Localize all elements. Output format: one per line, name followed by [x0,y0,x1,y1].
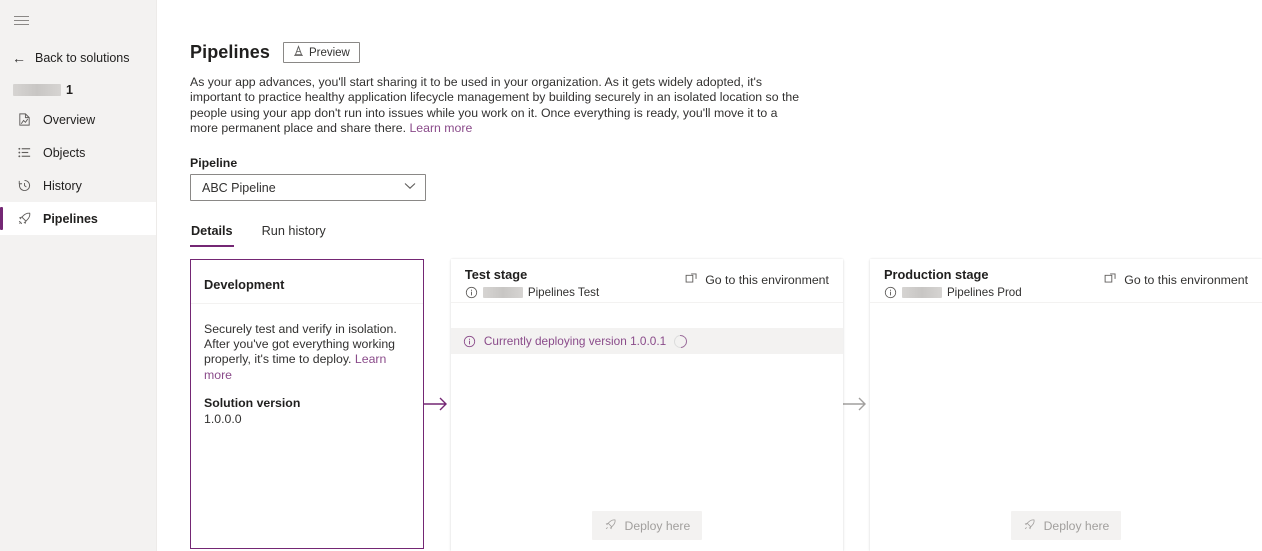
redacted-solution-name [13,84,61,96]
back-to-solutions-label: Back to solutions [35,51,130,65]
test-stage-header: Test stage Pipelines Test Go to this env… [450,259,843,303]
page-title: Pipelines [190,42,270,62]
overview-icon [16,112,32,128]
rocket-icon [604,518,617,534]
rocket-icon [1023,518,1036,534]
solution-version-value: 1.0.0.0 [204,411,242,426]
redacted-env-prefix [482,287,523,298]
development-stage-card[interactable]: Development Securely test and verify in … [190,259,424,549]
pipeline-select-value: ABC Pipeline [202,180,276,195]
intro-paragraph: As your app advances, you'll start shari… [190,75,802,136]
production-environment-name: Pipelines Prod [946,286,1022,299]
production-stage-title: Production stage [883,267,989,282]
test-stage-title: Test stage [464,267,528,282]
test-goto-environment-label: Go to this environment [705,273,829,287]
dev-to-test-arrow [423,259,451,549]
intro-learn-more-link[interactable]: Learn more [409,121,472,135]
sidebar-item-label: History [43,178,82,193]
test-to-prod-arrow [842,259,870,549]
production-deploy-here-button[interactable]: Deploy here [1010,511,1121,540]
preview-badge-label: Preview [308,46,350,59]
test-stage-spacer [450,303,843,328]
back-to-solutions-button[interactable]: ← Back to solutions [0,45,156,71]
production-deploy-here-label: Deploy here [1043,518,1110,533]
development-stage-body: Securely test and verify in isolation. A… [191,304,423,426]
production-goto-environment-link[interactable]: Go to this environment [1104,272,1248,288]
test-stage-environment: Pipelines Test [465,286,599,299]
info-circle-icon [884,286,897,299]
sidebar-item-objects[interactable]: Objects [0,136,156,169]
test-deploy-status-text: Currently deploying version 1.0.0.1 [483,334,667,348]
open-in-new-icon [1104,272,1117,288]
sidebar-item-label: Overview [43,112,96,127]
sidebar-item-pipelines[interactable]: Pipelines [0,202,156,235]
development-description: Securely test and verify in isolation. A… [204,322,407,383]
solution-name: 1 [0,77,156,103]
objects-list-icon [16,145,32,161]
solution-version-label: Solution version [204,395,301,410]
rocket-icon [16,211,32,227]
production-stage-header: Production stage Pipelines Prod Go to th… [869,259,1262,303]
chevron-down-icon [404,182,416,193]
production-stage-environment: Pipelines Prod [884,286,1022,299]
tab-bar: Details Run history [190,224,1262,248]
test-goto-environment-link[interactable]: Go to this environment [685,272,829,288]
solution-name-suffix: 1 [66,83,73,97]
test-deploy-here-label: Deploy here [624,518,691,533]
sidebar-item-overview[interactable]: Overview [0,103,156,136]
preview-badge[interactable]: Preview [282,42,360,63]
spinner-icon [671,331,690,351]
test-stage-card[interactable]: Test stage Pipelines Test Go to this env… [450,259,843,551]
open-in-new-icon [685,272,698,288]
history-clock-icon [16,178,32,194]
hamburger-icon[interactable] [6,5,36,35]
sidebar-item-label: Pipelines [43,211,98,226]
intro-text: As your app advances, you'll start shari… [190,75,800,135]
sidebar-item-label: Objects [43,145,86,160]
main-content: Pipelines Preview As your app advances, … [157,0,1262,551]
page-header: Pipelines Preview [157,0,1262,63]
pipelines-page: ← Back to solutions 1 Overview Objects H… [0,0,1262,551]
production-deploy-button-wrap: Deploy here [870,511,1262,540]
development-stage-title: Development [191,260,423,304]
test-deploy-here-button[interactable]: Deploy here [591,511,702,540]
test-deploy-button-wrap: Deploy here [451,511,843,540]
cone-icon [293,45,304,60]
tab-run-history[interactable]: Run history [261,224,327,247]
test-deploy-status: Currently deploying version 1.0.0.1 [450,328,843,354]
production-goto-environment-label: Go to this environment [1124,273,1249,287]
info-circle-icon [465,286,478,299]
test-environment-name: Pipelines Test [527,286,600,299]
info-circle-icon [463,335,476,348]
sidebar-item-history[interactable]: History [0,169,156,202]
pipeline-picker-label: Pipeline [190,156,238,171]
production-stage-card[interactable]: Production stage Pipelines Prod Go to th… [869,259,1262,551]
arrow-left-icon: ← [12,50,26,66]
tab-details[interactable]: Details [190,224,234,248]
pipeline-select[interactable]: ABC Pipeline [190,174,426,202]
stages-row: Development Securely test and verify in … [190,259,1262,551]
sidebar: ← Back to solutions 1 Overview Objects H… [0,0,157,551]
redacted-env-prefix [901,287,942,298]
